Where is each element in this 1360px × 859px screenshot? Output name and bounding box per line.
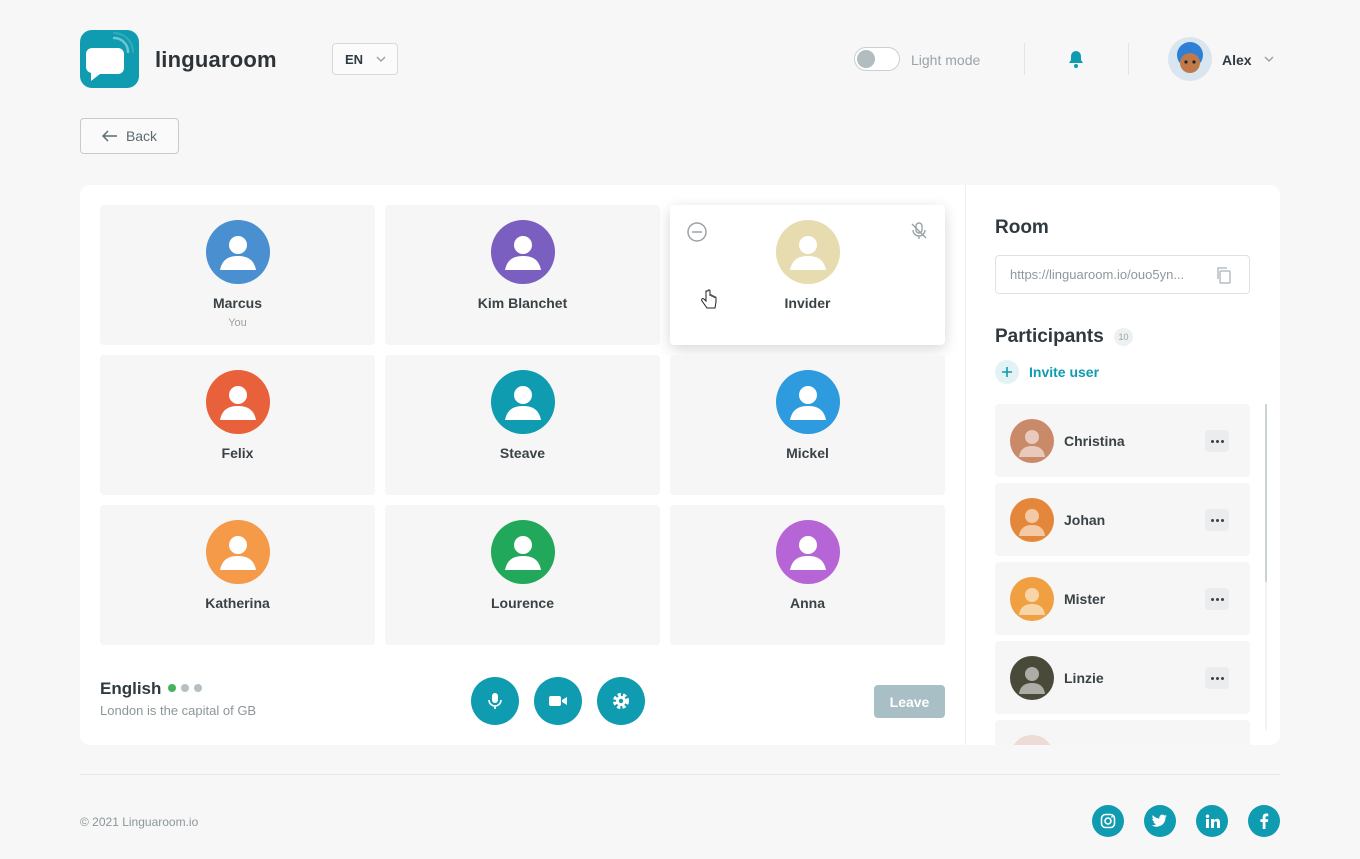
instagram-icon[interactable]	[1092, 805, 1124, 837]
participant-avatar	[1010, 577, 1054, 621]
brand-name: linguaroom	[155, 47, 277, 72]
room-link-field[interactable]: https://linguaroom.io/ouo5yn...	[995, 255, 1250, 294]
user-name[interactable]: Alex	[1222, 52, 1252, 68]
participant-row[interactable]	[995, 720, 1250, 745]
back-label: Back	[125, 128, 158, 144]
invite-user-button[interactable]: Invite user	[995, 360, 1099, 384]
microphone-button[interactable]	[471, 677, 519, 725]
participant-name: Linzie	[1064, 670, 1104, 686]
header-divider	[1128, 43, 1129, 75]
participant-name: Mickel	[786, 445, 829, 461]
mute-microphone-icon[interactable]	[909, 221, 929, 246]
chevron-down-icon[interactable]	[1263, 53, 1275, 65]
participant-name: Johan	[1064, 512, 1106, 528]
participant-row[interactable]: Johan	[995, 483, 1250, 556]
gear-icon	[613, 693, 629, 709]
participants-list[interactable]: Christina Johan Mister Linzie	[995, 404, 1255, 745]
session-sentence: London is the capital of GB	[100, 703, 257, 718]
progress-dots	[168, 684, 202, 692]
participant-tile[interactable]: Kim Blanchet	[385, 205, 660, 345]
participant-avatar	[490, 520, 555, 584]
invite-label: Invite user	[1029, 364, 1100, 380]
user-avatar[interactable]	[1168, 37, 1212, 81]
participant-avatar	[775, 220, 840, 284]
participant-name: Lourence	[490, 595, 554, 611]
arrow-left-icon	[101, 130, 117, 142]
progress-dot	[181, 684, 189, 692]
participant-name: Kim Blanchet	[477, 295, 568, 311]
participant-avatar	[1010, 735, 1054, 745]
participant-name: Marcus	[212, 295, 263, 311]
camera-button[interactable]	[534, 677, 582, 725]
session-language: English	[100, 679, 162, 698]
participant-tile[interactable]: Marcus You	[100, 205, 375, 345]
room-link-text: https://linguaroom.io/ouo5yn...	[1010, 267, 1185, 282]
participant-tile[interactable]: Steave	[385, 355, 660, 495]
participant-avatar	[1010, 419, 1054, 463]
light-mode-toggle[interactable]	[854, 47, 900, 71]
participant-tile[interactable]: Katherina	[100, 505, 375, 645]
microphone-icon	[488, 693, 502, 709]
participant-avatar	[1010, 498, 1054, 542]
back-button[interactable]: Back	[80, 118, 179, 154]
participant-name: Steave	[499, 445, 546, 461]
participant-avatar	[775, 520, 840, 584]
participants-count-badge: 10	[1114, 328, 1133, 346]
progress-dot	[194, 684, 202, 692]
room-title: Room	[995, 217, 1049, 238]
header-divider	[1024, 43, 1025, 75]
participant-name: Mister	[1064, 591, 1106, 607]
language-value: EN	[345, 51, 364, 67]
participant-name: Christina	[1064, 433, 1125, 449]
more-options-icon[interactable]	[1205, 509, 1229, 531]
linguaroom-logo[interactable]	[80, 30, 139, 88]
scrollbar-thumb[interactable]	[1265, 404, 1267, 582]
participant-tile[interactable]: Felix	[100, 355, 375, 495]
light-mode-label: Light mode	[911, 52, 981, 68]
participant-row[interactable]: Christina	[995, 404, 1250, 477]
participant-tile[interactable]: Invider	[670, 205, 945, 345]
participant-tile[interactable]: Anna	[670, 505, 945, 645]
hand-cursor-icon	[701, 289, 717, 309]
linkedin-icon[interactable]	[1196, 805, 1228, 837]
participant-avatar	[490, 370, 555, 434]
remove-participant-icon[interactable]	[686, 221, 708, 248]
participant-name: Anna	[790, 595, 825, 611]
participant-avatar	[205, 520, 270, 584]
participant-avatar	[775, 370, 840, 434]
participant-tile[interactable]: Mickel	[670, 355, 945, 495]
participant-name: Katherina	[205, 595, 270, 611]
participant-tile[interactable]: Lourence	[385, 505, 660, 645]
participant-avatar	[205, 370, 270, 434]
chevron-down-icon	[376, 56, 386, 63]
participant-avatar	[1010, 656, 1054, 700]
toggle-knob	[857, 50, 875, 68]
copy-icon[interactable]	[1215, 266, 1233, 284]
more-options-icon[interactable]	[1205, 430, 1229, 452]
participant-avatar	[490, 220, 555, 284]
panel-divider	[965, 185, 966, 745]
participant-subtitle: You	[228, 317, 247, 329]
more-options-icon[interactable]	[1205, 588, 1229, 610]
footer-divider	[80, 774, 1280, 775]
progress-dot	[168, 684, 176, 692]
copyright: © 2021 Linguaroom.io	[80, 815, 199, 829]
participant-name: Felix	[221, 445, 254, 461]
facebook-icon[interactable]	[1248, 805, 1280, 837]
bell-icon[interactable]	[1066, 49, 1086, 74]
language-select[interactable]: EN	[332, 43, 398, 75]
participant-avatar	[205, 220, 270, 284]
plus-icon	[995, 360, 1019, 384]
twitter-icon[interactable]	[1144, 805, 1176, 837]
participant-row[interactable]: Mister	[995, 562, 1250, 635]
more-options-icon[interactable]	[1205, 667, 1229, 689]
participants-title: Participants	[995, 326, 1104, 347]
settings-button[interactable]	[597, 677, 645, 725]
video-camera-icon	[549, 696, 567, 706]
leave-button[interactable]: Leave	[874, 685, 945, 718]
participant-row[interactable]: Linzie	[995, 641, 1250, 714]
